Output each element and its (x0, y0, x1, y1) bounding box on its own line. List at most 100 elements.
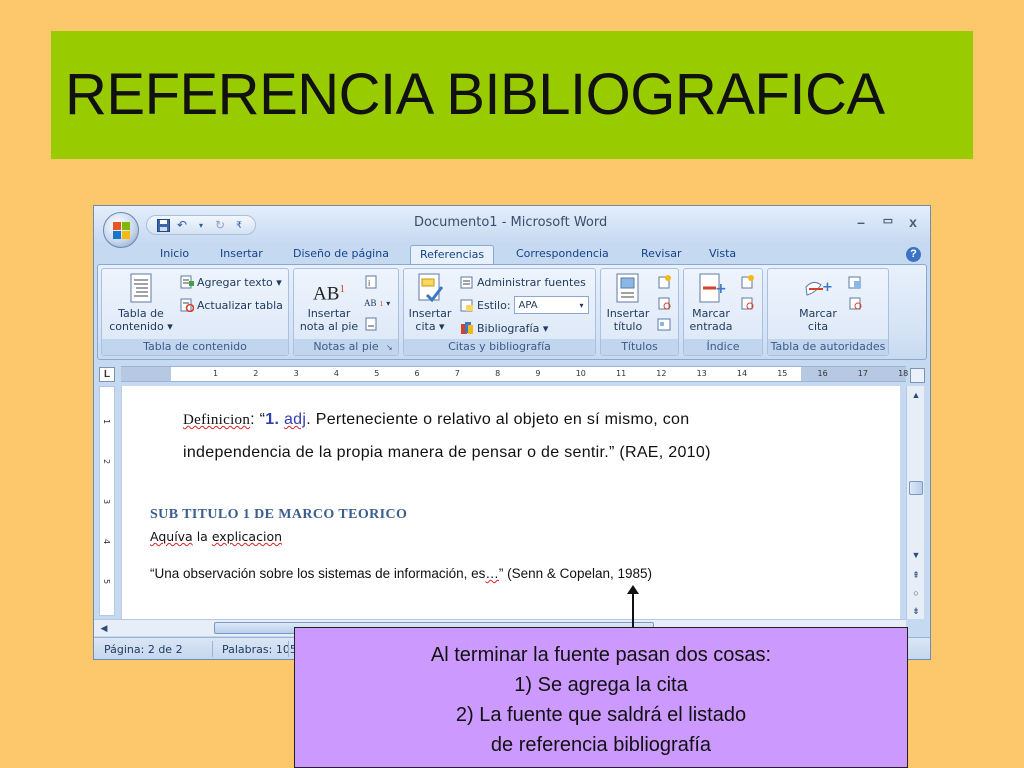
office-button[interactable] (103, 212, 139, 248)
ruler-number: 13 (696, 369, 707, 378)
dialog-launcher-icon[interactable]: ↘ (386, 343, 396, 353)
insertar-cita-label-1: Insertar (408, 307, 452, 320)
vertical-ruler-number: 1 (102, 418, 112, 425)
vertical-scroll-thumb[interactable] (909, 481, 923, 495)
slide-title: REFERENCIA BIBLIOGRAFICA (65, 62, 885, 127)
ruler-number: 15 (777, 369, 788, 378)
vertical-ruler-number: 4 (102, 538, 112, 545)
ruler-number: 3 (293, 369, 299, 378)
quote-main: “Una observación sobre los sistemas de i… (150, 566, 486, 581)
group-label-titulos: Títulos (601, 339, 678, 355)
marcar-cita-label-1: Marcar (799, 307, 837, 320)
save-icon[interactable] (155, 217, 171, 233)
vertical-ruler-number: 3 (102, 498, 112, 505)
undo-icon[interactable]: ↶ (174, 217, 190, 233)
explicacion-word: explicacion (211, 529, 283, 544)
insertar-titulo-button[interactable]: Insertar título (603, 271, 653, 333)
group-label-tabla-contenido: Tabla de contenido (102, 339, 288, 355)
update-index-button[interactable] (740, 294, 754, 312)
vertical-scrollbar[interactable]: ▲ ▼ ⇞ ○ ⇟ (906, 386, 924, 619)
dropdown-icon[interactable]: ▾ (193, 217, 209, 233)
browse-object-icon[interactable]: ○ (909, 586, 923, 600)
next-page-icon[interactable]: ⇟ (909, 604, 923, 618)
tab-insertar[interactable]: Insertar (211, 245, 272, 264)
insert-index-button[interactable] (740, 273, 754, 291)
group-titulos: Insertar título Títulos (600, 268, 679, 356)
tab-vista[interactable]: Vista (700, 245, 745, 264)
view-ruler-icon[interactable] (910, 368, 925, 383)
style-icon (460, 298, 474, 312)
word-window: ↶ ▾ ↻ ₹ Documento1 - Microsoft Word – ▭ … (93, 205, 931, 660)
group-label-notas: Notas al pie (294, 339, 398, 355)
insert-authorities-button[interactable] (848, 273, 862, 291)
group-label-indice: Índice (684, 339, 762, 355)
actualizar-tabla-button[interactable]: Actualizar tabla (180, 296, 283, 314)
scroll-up-icon[interactable]: ▲ (909, 388, 923, 402)
tabla-contenido-button[interactable]: Tabla de contenido ▾ (106, 271, 176, 333)
slide-title-box: REFERENCIA BIBLIOGRAFICA (51, 31, 973, 159)
vertical-ruler[interactable]: 123456 (99, 386, 115, 624)
tab-revisar[interactable]: Revisar (632, 245, 690, 264)
agregar-texto-button[interactable]: Agregar texto ▾ (180, 273, 282, 291)
insertar-nota-button[interactable]: AB1 Insertar nota al pie (298, 271, 360, 333)
tab-referencias[interactable]: Referencias (410, 245, 495, 264)
update-table-figures-button[interactable] (657, 294, 671, 312)
vertical-ruler-number: 2 (102, 458, 112, 465)
show-notes-button[interactable] (364, 315, 378, 333)
insertar-cita-label-2: cita ▾ (415, 320, 445, 333)
estilo-select[interactable]: APA ▾ (513, 296, 589, 314)
ruler-number: 5 (374, 369, 380, 378)
administrar-fuentes-label: Administrar fuentes (477, 275, 586, 289)
administrar-fuentes-button[interactable]: Administrar fuentes (460, 273, 586, 291)
help-icon[interactable]: ? (906, 247, 921, 262)
next-footnote-sup: 1 (379, 298, 384, 308)
page-count-status[interactable]: Página: 2 de 2 (104, 643, 183, 656)
tab-selector[interactable]: L (99, 367, 115, 382)
next-footnote-button[interactable]: AB 1 ▾ (364, 294, 390, 312)
actualizar-tabla-label: Actualizar tabla (197, 298, 283, 312)
insert-table-figures-button[interactable] (657, 273, 671, 291)
group-notas-al-pie: AB1 Insertar nota al pie i AB 1 ▾ Notas al… (293, 268, 399, 356)
status-separator (288, 641, 289, 657)
office-logo-icon (113, 222, 130, 239)
estilo-control: Estilo: APA ▾ (460, 296, 589, 314)
bibliografia-button[interactable]: Bibliografía ▾ (460, 319, 548, 337)
group-label-autoridades: Tabla de autoridades (768, 339, 888, 355)
update-authorities-icon (848, 296, 862, 310)
previous-page-icon[interactable]: ⇞ (909, 568, 923, 582)
agregar-texto-label: Agregar texto ▾ (197, 275, 282, 289)
title-bar: ↶ ▾ ↻ ₹ Documento1 - Microsoft Word – ▭ … (94, 206, 930, 242)
definition-line-1: Definicion: “1. adj. Perteneciente o rel… (183, 411, 689, 429)
tab-inicio[interactable]: Inicio (151, 245, 198, 264)
callout-line-2: 1) Se agrega la cita (514, 674, 688, 696)
insertar-cita-button[interactable]: Insertar cita ▾ (406, 271, 454, 333)
maximize-button[interactable]: ▭ (878, 214, 898, 227)
word-count-status[interactable]: Palabras: 105 (222, 643, 297, 656)
manage-sources-icon (460, 275, 474, 289)
explanation-line: Aquíva la explicacion (150, 529, 282, 544)
arrow-line (632, 591, 634, 627)
minimize-button[interactable]: – (851, 214, 871, 230)
definition-text: . Perteneciente o relativo al objeto en … (306, 411, 690, 428)
scroll-left-icon[interactable]: ◀ (97, 622, 111, 634)
close-button[interactable]: x (903, 214, 923, 230)
cross-reference-button[interactable] (657, 315, 671, 333)
insert-endnote-button[interactable]: i (364, 273, 378, 291)
subtitle: SUB TITULO 1 DE MARCO TEORICO (150, 507, 408, 522)
customize-qat-icon[interactable]: ₹ (231, 217, 247, 233)
marcar-cita-button[interactable]: + Marcar cita (792, 271, 844, 333)
update-index-icon (740, 296, 754, 310)
marcar-entrada-button[interactable]: + Marcar entrada (686, 271, 736, 333)
document-page[interactable]: Definicion: “1. adj. Perteneciente o rel… (121, 386, 900, 619)
update-authorities-button[interactable] (848, 294, 862, 312)
tab-correspondencia[interactable]: Correspondencia (507, 245, 618, 264)
tab-diseno-pagina[interactable]: Diseño de página (284, 245, 398, 264)
window-title: Documento1 - Microsoft Word (414, 215, 608, 230)
scroll-down-icon[interactable]: ▼ (909, 548, 923, 562)
table-figures-icon (657, 275, 671, 289)
group-citas-bibliografia: Insertar cita ▾ Administrar fuentes Esti… (403, 268, 596, 356)
estilo-label: Estilo: (477, 298, 511, 312)
redo-icon[interactable]: ↻ (212, 217, 228, 233)
horizontal-ruler[interactable]: 1 2 3 4 5 6 7 8 9 10 11 12 13 14 15 16 17 18 (121, 366, 908, 382)
insertar-nota-label-1: Insertar (307, 307, 351, 320)
